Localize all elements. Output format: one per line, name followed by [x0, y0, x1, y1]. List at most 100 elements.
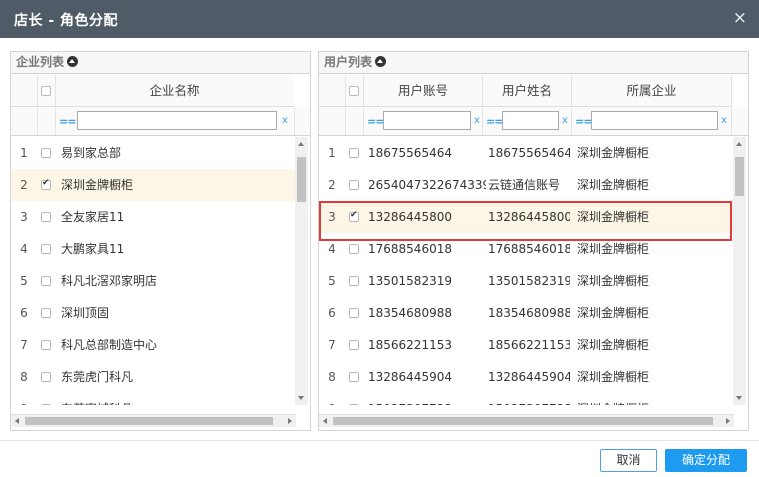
- clear-filter-icon[interactable]: x: [721, 115, 727, 126]
- row-number: 7: [328, 338, 336, 352]
- row-number: 2: [328, 178, 336, 192]
- user-row[interactable]: 6 18354680988 18354680988 深圳金牌橱柜: [319, 297, 733, 329]
- row-checkbox[interactable]: [41, 148, 51, 158]
- row-number: 8: [20, 370, 28, 384]
- scroll-up-icon: [736, 142, 742, 146]
- collapse-icon[interactable]: [67, 56, 79, 67]
- user-row[interactable]: 1 18675565464 18675565464 深圳金牌橱柜: [319, 137, 733, 169]
- company-name-cell: 深圳顶固: [61, 306, 110, 320]
- row-number: 6: [328, 306, 336, 320]
- select-all-companies-checkbox[interactable]: [41, 86, 51, 96]
- row-checkbox[interactable]: [349, 404, 359, 405]
- row-checkbox[interactable]: [41, 340, 51, 350]
- filter-operator[interactable]: ==: [367, 115, 384, 128]
- row-checkbox[interactable]: [41, 178, 51, 190]
- user-row[interactable]: 2 265404732267433985云链通信账号 深圳金牌橱柜: [319, 169, 733, 201]
- row-checkbox[interactable]: [349, 148, 359, 158]
- user-horizontal-scrollbar[interactable]: [319, 414, 734, 427]
- user-name-cell: 17688546018: [488, 242, 570, 256]
- user-account-filter-input[interactable]: [383, 111, 471, 130]
- company-name-cell: 科凡总部制造中心: [61, 338, 158, 352]
- user-row[interactable]: 5 13501582319 13501582319 深圳金牌橱柜: [319, 265, 733, 297]
- company-filter-row: == x: [11, 108, 310, 136]
- user-list-title-bar: 用户列表: [319, 52, 748, 74]
- user-row[interactable]: 4 17688546018 17688546018 深圳金牌橱柜: [319, 233, 733, 265]
- filter-operator[interactable]: ==: [59, 115, 76, 128]
- row-number: 8: [328, 370, 336, 384]
- row-number: 4: [20, 242, 28, 256]
- filter-operator[interactable]: ==: [575, 115, 592, 128]
- company-row[interactable]: 2 深圳金牌橱柜: [11, 169, 295, 201]
- cancel-button[interactable]: 取消: [600, 449, 657, 472]
- user-row[interactable]: 9 1592730773315927307733 深圳金牌橱柜: [319, 393, 733, 405]
- company-name-filter-input[interactable]: [77, 111, 277, 130]
- user-vertical-scrollbar[interactable]: [733, 137, 746, 405]
- company-row[interactable]: 5 科凡北滘邓家明店: [11, 265, 295, 297]
- row-checkbox[interactable]: [349, 244, 359, 254]
- footer-divider: [0, 440, 759, 441]
- company-name-cell: 东莞虎门科凡: [61, 370, 134, 384]
- close-icon[interactable]: ×: [733, 9, 747, 27]
- company-horizontal-scrollbar[interactable]: [11, 414, 296, 427]
- row-number: 2: [20, 178, 28, 192]
- company-vertical-scrollbar[interactable]: [295, 137, 308, 405]
- user-name-cell: 18354680988: [488, 306, 570, 320]
- user-account-cell: 13286445904: [368, 370, 452, 384]
- row-number: 9: [319, 393, 345, 405]
- user-row[interactable]: 7 18566221153 18566221153 深圳金牌橱柜: [319, 329, 733, 361]
- clear-filter-icon[interactable]: x: [474, 115, 480, 126]
- confirm-assign-button[interactable]: 确定分配: [665, 449, 747, 472]
- user-account-cell: 17688546018: [368, 242, 452, 256]
- company-row[interactable]: 9 东莞寮城科凡: [11, 393, 295, 405]
- row-checkbox[interactable]: [349, 372, 359, 382]
- user-list-title: 用户列表: [324, 55, 373, 69]
- user-name-column-header[interactable]: 用户姓名: [483, 75, 571, 107]
- row-checkbox[interactable]: [41, 372, 51, 382]
- row-checkbox[interactable]: [41, 404, 51, 405]
- user-account-cell: 18675565464: [368, 146, 452, 160]
- row-number: 4: [328, 242, 336, 256]
- company-row[interactable]: 3 全友家居11: [11, 201, 295, 233]
- company-list-body: 1 易到家总部 2 深圳金牌橱柜 3 全友家居11 4 大鹏家具11 5 科凡北滘邓家明店 6 深圳顶…: [11, 137, 296, 405]
- row-checkbox[interactable]: [349, 210, 359, 222]
- user-account-column-header[interactable]: 用户账号: [364, 75, 482, 107]
- scroll-up-icon: [298, 142, 304, 146]
- row-number: 1: [328, 146, 336, 160]
- company-row[interactable]: 6 深圳顶固: [11, 297, 295, 329]
- company-name-column-header[interactable]: 企业名称: [56, 75, 293, 107]
- select-all-users-checkbox[interactable]: [349, 86, 359, 96]
- row-checkbox[interactable]: [349, 308, 359, 318]
- company-row[interactable]: 7 科凡总部制造中心: [11, 329, 295, 361]
- user-name-cell: 云链通信账号: [488, 178, 561, 192]
- user-name-cell: 13286445800: [488, 210, 570, 224]
- user-name-filter-input[interactable]: [502, 111, 559, 130]
- company-list-title: 企业列表: [16, 55, 65, 69]
- row-checkbox[interactable]: [349, 340, 359, 350]
- user-row[interactable]: 8 13286445904 13286445904 深圳金牌橱柜: [319, 361, 733, 393]
- company-row[interactable]: 8 东莞虎门科凡: [11, 361, 295, 393]
- user-company-column-header[interactable]: 所属企业: [572, 75, 731, 107]
- row-checkbox[interactable]: [41, 308, 51, 318]
- row-number: 5: [20, 274, 28, 288]
- user-company-cell: 深圳金牌橱柜: [577, 274, 650, 288]
- row-checkbox[interactable]: [349, 276, 359, 286]
- user-account-cell: 18354680988: [368, 306, 452, 320]
- collapse-icon[interactable]: [375, 56, 387, 67]
- user-name-cell: 18675565464: [488, 146, 570, 160]
- user-filter-row: == x == x == x: [319, 108, 748, 136]
- filter-operator[interactable]: ==: [486, 115, 503, 128]
- company-row[interactable]: 4 大鹏家具11: [11, 233, 295, 265]
- clear-filter-icon[interactable]: x: [282, 115, 288, 126]
- row-checkbox[interactable]: [349, 180, 359, 190]
- row-checkbox[interactable]: [41, 244, 51, 254]
- user-company-filter-input[interactable]: [591, 111, 718, 130]
- user-company-cell: 深圳金牌橱柜: [577, 146, 650, 160]
- row-checkbox[interactable]: [41, 212, 51, 222]
- user-account-cell: 13501582319: [368, 274, 452, 288]
- user-company-cell: 深圳金牌橱柜: [577, 210, 650, 224]
- company-row[interactable]: 1 易到家总部: [11, 137, 295, 169]
- user-row[interactable]: 3 13286445800 13286445800 深圳金牌橱柜: [319, 201, 733, 233]
- row-checkbox[interactable]: [41, 276, 51, 286]
- clear-filter-icon[interactable]: x: [562, 115, 568, 126]
- user-account-cell: 15927307733: [368, 393, 486, 405]
